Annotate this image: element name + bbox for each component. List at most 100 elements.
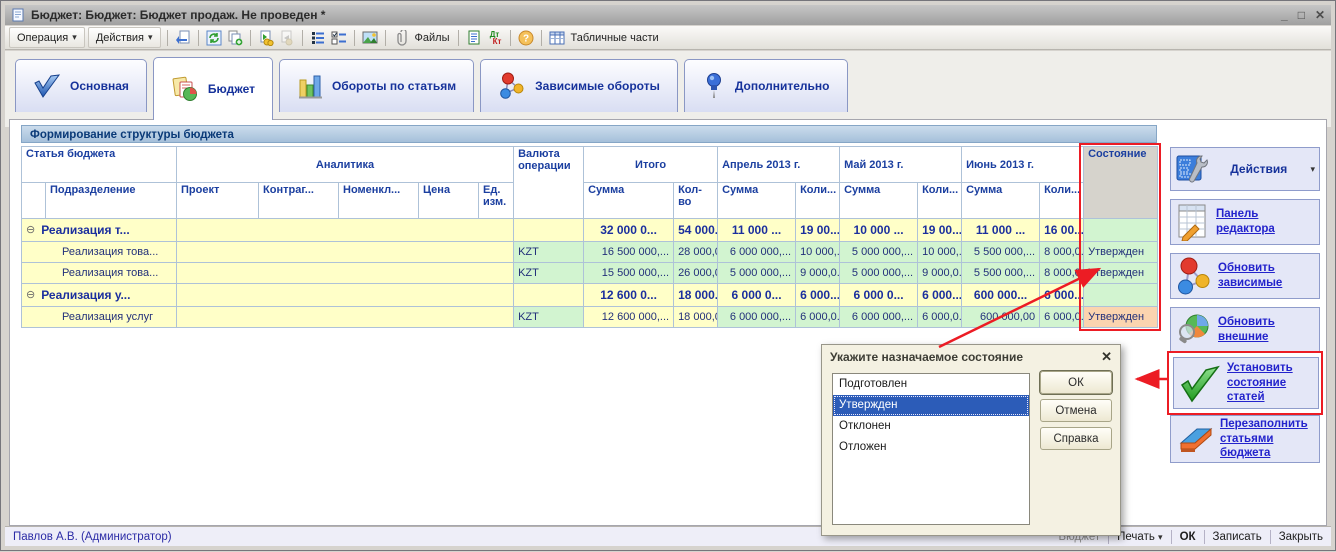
value-cell[interactable]: 9 000,0... <box>796 263 840 284</box>
value-cell[interactable]: 19 00... <box>918 219 962 242</box>
value-cell[interactable]: 10 000 ... <box>840 219 918 242</box>
panel-set-state-button[interactable]: Установить состояние статей <box>1173 357 1319 409</box>
value-cell[interactable]: 28 000,0... <box>674 242 718 263</box>
value-cell[interactable]: 6 000 000,... <box>718 307 796 328</box>
value-cell[interactable]: 8 000,0... <box>1040 242 1084 263</box>
value-cell[interactable]: 54 000... <box>674 219 718 242</box>
column-header-april[interactable]: Апрель 2013 г. <box>718 147 840 183</box>
close-form-button[interactable]: Закрыть <box>1279 531 1323 543</box>
dialog-help-button[interactable]: Справка <box>1040 427 1112 450</box>
value-cell[interactable]: 6 000 000,... <box>718 242 796 263</box>
value-cell[interactable]: 6 000 000,... <box>840 307 918 328</box>
dialog-close-icon[interactable]: ✕ <box>1101 349 1112 365</box>
value-cell[interactable]: 5 000 000,... <box>840 242 918 263</box>
value-cell[interactable]: 6 000,0... <box>1040 307 1084 328</box>
refresh-button[interactable] <box>205 29 223 46</box>
help-button[interactable]: ? <box>517 29 535 46</box>
dialog-title-bar[interactable]: Укажите назначаемое состояние ✕ <box>822 345 1120 369</box>
value-cell[interactable]: 11 000 ... <box>718 219 796 242</box>
copy-button[interactable] <box>226 29 244 46</box>
table-row[interactable]: ⊖Реализация т...32 000 0...54 000...11 0… <box>22 219 1158 242</box>
value-cell[interactable]: 6 000... <box>796 284 840 307</box>
collapse-icon[interactable]: ⊖ <box>26 223 35 236</box>
column-header-sum[interactable]: Сумма <box>718 183 796 219</box>
article-cell[interactable]: Реализация това... <box>22 242 177 263</box>
value-cell[interactable]: 6 000,0... <box>918 307 962 328</box>
panel-editor-button[interactable]: Панель редактора <box>1170 199 1320 245</box>
article-cell[interactable]: Реализация услуг <box>22 307 177 328</box>
state-cell[interactable] <box>1084 284 1158 307</box>
dialog-cancel-button[interactable]: Отмена <box>1040 399 1112 422</box>
panel-actions-button[interactable]: Действия ▾ <box>1170 147 1320 191</box>
value-cell[interactable]: 6 000 0... <box>840 284 918 307</box>
value-cell[interactable]: 12 600 0... <box>584 284 674 307</box>
dialog-option[interactable]: Отклонен <box>833 416 1029 437</box>
state-cell[interactable]: Утвержден <box>1084 307 1158 328</box>
currency-cell[interactable]: KZT <box>514 242 584 263</box>
value-cell[interactable]: 600 000,00 <box>962 307 1040 328</box>
analytics-cell[interactable] <box>177 219 514 242</box>
column-header-price[interactable]: Цена <box>419 183 479 219</box>
dialog-option[interactable]: Отложен <box>833 437 1029 458</box>
value-cell[interactable]: 5 000 000,... <box>840 263 918 284</box>
column-header-article[interactable]: Статья бюджета <box>22 147 177 183</box>
unpost-document-button[interactable] <box>278 29 296 46</box>
value-cell[interactable]: 600 000... <box>962 284 1040 307</box>
dialog-options-list[interactable]: ПодготовленУтвержденОтклоненОтложен <box>832 373 1030 525</box>
currency-cell[interactable]: KZT <box>514 307 584 328</box>
value-cell[interactable]: 5 500 000,... <box>962 263 1040 284</box>
column-header-qty[interactable]: Коли... <box>918 183 962 219</box>
tab-dopolnitelno[interactable]: Дополнительно <box>684 59 848 112</box>
value-cell[interactable]: 26 000,0... <box>674 263 718 284</box>
currency-cell[interactable]: KZT <box>514 263 584 284</box>
ok-button[interactable]: ОК <box>1180 531 1196 543</box>
column-header-analytics[interactable]: Аналитика <box>177 147 514 183</box>
value-cell[interactable]: 6 000... <box>1040 284 1084 307</box>
tab-byudzhet[interactable]: Бюджет <box>153 57 273 120</box>
panel-refresh-external-button[interactable]: Обновить внешние <box>1170 307 1320 353</box>
value-cell[interactable]: 32 000 0... <box>584 219 674 242</box>
save-button[interactable]: Записать <box>1213 531 1262 543</box>
value-cell[interactable]: 11 000 ... <box>962 219 1040 242</box>
column-header-qty[interactable]: Коли... <box>1040 183 1084 219</box>
value-cell[interactable]: 8 000,0... <box>1040 263 1084 284</box>
table-row[interactable]: ⊖Реализация у...12 600 0...18 000...6 00… <box>22 284 1158 307</box>
dialog-option[interactable]: Подготовлен <box>833 374 1029 395</box>
dialog-option[interactable]: Утвержден <box>833 395 1029 416</box>
collapse-icon[interactable]: ⊖ <box>26 288 35 301</box>
value-cell[interactable]: 12 600 000,... <box>584 307 674 328</box>
currency-cell[interactable] <box>514 284 584 307</box>
tabular-parts-button[interactable]: Табличные части <box>569 32 661 44</box>
analytics-cell[interactable] <box>177 284 514 307</box>
state-cell[interactable]: Утвержден <box>1084 242 1158 263</box>
actions-menu[interactable]: Действия▾ <box>88 27 161 48</box>
value-cell[interactable]: 10 000,... <box>918 242 962 263</box>
column-header-may[interactable]: Май 2013 г. <box>840 147 962 183</box>
article-cell[interactable]: ⊖Реализация у... <box>22 284 177 307</box>
state-cell[interactable]: Утвержден <box>1084 263 1158 284</box>
print-button[interactable]: Печать ▾ <box>1117 531 1162 543</box>
value-cell[interactable]: 10 000,... <box>796 242 840 263</box>
article-cell[interactable]: ⊖Реализация т... <box>22 219 177 242</box>
tab-zavisimye-oboroty[interactable]: Зависимые обороты <box>480 59 678 112</box>
value-cell[interactable]: 6 000... <box>918 284 962 307</box>
report-button[interactable] <box>465 29 483 46</box>
column-header-sum[interactable]: Сумма <box>584 183 674 219</box>
column-header-contractor[interactable]: Контраг... <box>259 183 339 219</box>
table-row[interactable]: Реализация това...KZT15 500 000,...26 00… <box>22 263 1158 284</box>
reread-button[interactable] <box>174 29 192 46</box>
analytics-cell[interactable] <box>177 242 514 263</box>
column-header-project[interactable]: Проект <box>177 183 259 219</box>
column-header-sum[interactable]: Сумма <box>840 183 918 219</box>
operation-menu[interactable]: Операция▾ <box>9 27 85 48</box>
title-bar[interactable]: Бюджет: Бюджет: Бюджет продаж. Не провед… <box>5 5 1331 25</box>
value-cell[interactable]: 18 000,0... <box>674 307 718 328</box>
value-cell[interactable]: 5 000 000,... <box>718 263 796 284</box>
column-header-nomenclature[interactable]: Номенкл... <box>339 183 419 219</box>
table-row[interactable]: Реализация услуг KZT12 600 000,...18 000,… <box>22 307 1158 328</box>
article-cell[interactable]: Реализация това... <box>22 263 177 284</box>
column-header-qty[interactable]: Коли... <box>796 183 840 219</box>
column-header-currency[interactable]: Валюта операции <box>514 147 584 219</box>
picture-button[interactable] <box>361 29 379 46</box>
state-cell[interactable] <box>1084 219 1158 242</box>
